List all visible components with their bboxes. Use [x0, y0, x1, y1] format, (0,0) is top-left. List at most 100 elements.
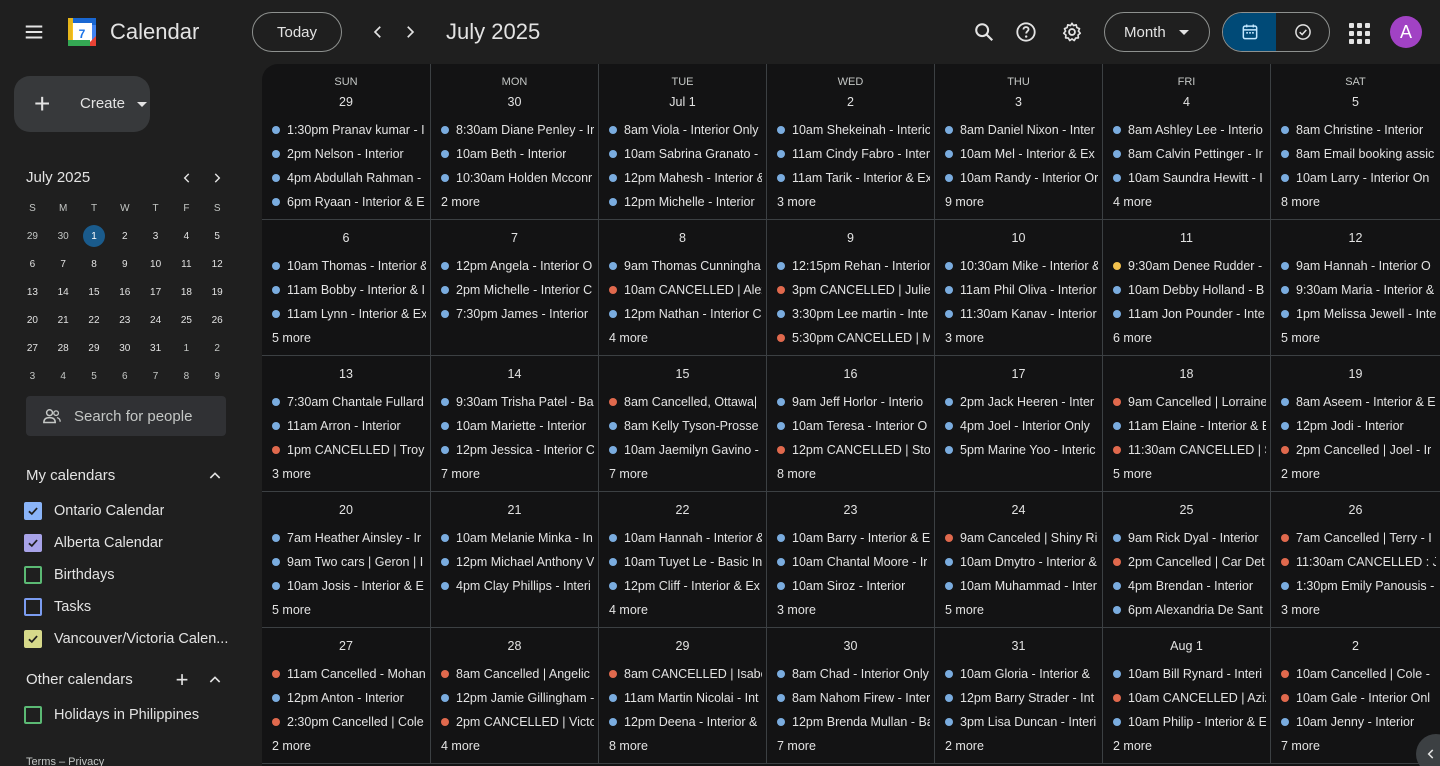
- day-cell[interactable]: THU 3 8am Daniel Nixon - Inter 10am Mel - I…: [935, 64, 1103, 220]
- event-chip[interactable]: 9am Rick Dyal - Interior: [1111, 526, 1266, 550]
- event-chip[interactable]: 8am Cancelled, Ottawa|: [607, 390, 762, 414]
- day-number[interactable]: 2: [1271, 636, 1440, 656]
- event-chip[interactable]: 10am Larry - Interior On: [1279, 166, 1436, 190]
- event-chip[interactable]: 11am Martin Nicolai - Int: [607, 686, 762, 710]
- day-cell[interactable]: 17 2pm Jack Heeren - Inter 4pm Joel - Inte…: [935, 356, 1103, 492]
- search-icon[interactable]: [970, 18, 998, 46]
- tasks-view-button[interactable]: [1276, 13, 1329, 51]
- event-chip[interactable]: 10am Muhammad - Inter: [943, 574, 1098, 598]
- today-button[interactable]: Today: [252, 12, 342, 52]
- day-number[interactable]: 17: [935, 364, 1102, 384]
- event-chip[interactable]: 2pm Nelson - Interior: [270, 142, 426, 166]
- event-chip[interactable]: 12pm CANCELLED | Stor: [775, 438, 930, 462]
- day-number[interactable]: 9: [767, 228, 934, 248]
- my-calendars-header[interactable]: My calendars: [26, 467, 115, 484]
- mini-day[interactable]: 4: [48, 362, 79, 390]
- event-chip[interactable]: 10am Randy - Interior Or: [943, 166, 1098, 190]
- event-chip[interactable]: 1:30pm Pranav kumar - I: [270, 118, 426, 142]
- day-number[interactable]: 12: [1271, 228, 1440, 248]
- event-chip[interactable]: 10am Mel - Interior & Ex: [943, 142, 1098, 166]
- search-people-input[interactable]: Search for people: [26, 396, 226, 436]
- mini-day[interactable]: 19: [202, 278, 233, 306]
- day-cell[interactable]: MON 30 8:30am Diane Penley - Ir 10am Beth -…: [431, 64, 599, 220]
- more-events-link[interactable]: 5 more: [943, 598, 1098, 622]
- event-chip[interactable]: 2pm CANCELLED | Victo: [439, 710, 594, 734]
- event-chip[interactable]: 2pm Cancelled | Joel - Ir: [1279, 438, 1436, 462]
- mini-day[interactable]: 22: [79, 306, 110, 334]
- mini-day[interactable]: 30: [48, 222, 79, 250]
- mini-day[interactable]: 7: [48, 250, 79, 278]
- event-chip[interactable]: 10am Teresa - Interior O: [775, 414, 930, 438]
- mini-day[interactable]: 6: [109, 362, 140, 390]
- day-cell[interactable]: 26 7am Cancelled | Terry - I 11:30am CANCE…: [1271, 492, 1440, 628]
- event-chip[interactable]: 12pm Cliff - Interior & Ex: [607, 574, 762, 598]
- more-events-link[interactable]: 9 more: [943, 190, 1098, 214]
- event-chip[interactable]: 10am Gale - Interior Onl: [1279, 686, 1436, 710]
- account-avatar[interactable]: A: [1390, 16, 1422, 48]
- event-chip[interactable]: 12pm Brenda Mullan - Ba: [775, 710, 930, 734]
- event-chip[interactable]: 12pm Barry Strader - Int: [943, 686, 1098, 710]
- day-cell[interactable]: 14 9:30am Trisha Patel - Ba 10am Mariette …: [431, 356, 599, 492]
- event-chip[interactable]: 2:30pm Cancelled | Cole: [270, 710, 426, 734]
- help-icon[interactable]: [1012, 18, 1040, 46]
- day-number[interactable]: Jul 1: [599, 92, 766, 112]
- event-chip[interactable]: 11am Cancelled - Mohan: [270, 662, 426, 686]
- event-chip[interactable]: 11am Cindy Fabro - Inter: [775, 142, 930, 166]
- day-cell[interactable]: 21 10am Melanie Minka - In 12pm Michael An…: [431, 492, 599, 628]
- mini-day[interactable]: 23: [109, 306, 140, 334]
- mini-day[interactable]: 15: [79, 278, 110, 306]
- event-chip[interactable]: 10am Siroz - Interior: [775, 574, 930, 598]
- event-chip[interactable]: 9am Jeff Horlor - Interio: [775, 390, 930, 414]
- day-cell[interactable]: 15 8am Cancelled, Ottawa| 8am Kelly Tyson-…: [599, 356, 767, 492]
- mini-day[interactable]: 12: [202, 250, 233, 278]
- day-cell[interactable]: 20 7am Heather Ainsley - Ir 9am Two cars |…: [262, 492, 431, 628]
- settings-gear-icon[interactable]: [1058, 18, 1086, 46]
- mini-day[interactable]: 27: [17, 334, 48, 362]
- event-chip[interactable]: 1pm Melissa Jewell - Inte: [1279, 302, 1436, 326]
- day-number[interactable]: 6: [262, 228, 430, 248]
- event-chip[interactable]: 10am Gloria - Interior &: [943, 662, 1098, 686]
- more-events-link[interactable]: 7 more: [775, 734, 930, 758]
- day-number[interactable]: Aug 1: [1103, 636, 1270, 656]
- mini-day[interactable]: 9: [109, 250, 140, 278]
- mini-day[interactable]: 2: [202, 334, 233, 362]
- event-chip[interactable]: 8am Nahom Firew - Inter: [775, 686, 930, 710]
- event-chip[interactable]: 4pm Clay Phillips - Interi: [439, 574, 594, 598]
- event-chip[interactable]: 11am Tarik - Interior & Ex: [775, 166, 930, 190]
- mini-day[interactable]: 17: [140, 278, 171, 306]
- more-events-link[interactable]: 4 more: [1111, 190, 1266, 214]
- day-cell[interactable]: 6 10am Thomas - Interior & 11am Bobby - In…: [262, 220, 431, 356]
- mini-day[interactable]: 16: [109, 278, 140, 306]
- event-chip[interactable]: 9am Canceled | Shiny Ri: [943, 526, 1098, 550]
- day-number[interactable]: 27: [262, 636, 430, 656]
- day-number[interactable]: 29: [262, 92, 430, 112]
- event-chip[interactable]: 10am Saundra Hewitt - I: [1111, 166, 1266, 190]
- mini-day[interactable]: 3: [17, 362, 48, 390]
- day-number[interactable]: 30: [767, 636, 934, 656]
- mini-day[interactable]: 8: [171, 362, 202, 390]
- event-chip[interactable]: 7:30am Chantale Fullard: [270, 390, 426, 414]
- event-chip[interactable]: 9:30am Trisha Patel - Ba: [439, 390, 594, 414]
- day-number[interactable]: 31: [935, 636, 1102, 656]
- collapse-other-calendars-icon[interactable]: [205, 670, 225, 690]
- day-number[interactable]: 29: [599, 636, 766, 656]
- mini-day[interactable]: 9: [202, 362, 233, 390]
- day-cell[interactable]: TUE Jul 1 8am Viola - Interior Only 10am Sa…: [599, 64, 767, 220]
- day-number[interactable]: 20: [262, 500, 430, 520]
- calendar-item[interactable]: Vancouver/Victoria Calen...: [24, 628, 234, 650]
- day-number[interactable]: 14: [431, 364, 598, 384]
- event-chip[interactable]: 11:30am Kanav - Interior: [943, 302, 1098, 326]
- day-cell[interactable]: 23 10am Barry - Interior & E 10am Chantal …: [767, 492, 935, 628]
- mini-day[interactable]: 21: [48, 306, 79, 334]
- day-cell[interactable]: 12 9am Hannah - Interior O 9:30am Maria - …: [1271, 220, 1440, 356]
- more-events-link[interactable]: 2 more: [943, 734, 1098, 758]
- more-events-link[interactable]: 8 more: [775, 462, 930, 486]
- event-chip[interactable]: 9am Two cars | Geron | I: [270, 550, 426, 574]
- mini-day[interactable]: 29: [79, 334, 110, 362]
- checkbox-checked-icon[interactable]: [24, 502, 42, 520]
- day-cell[interactable]: FRI 4 8am Ashley Lee - Interio 8am Calvin P…: [1103, 64, 1271, 220]
- event-chip[interactable]: 10am Beth - Interior: [439, 142, 594, 166]
- more-events-link[interactable]: 4 more: [607, 326, 762, 350]
- event-chip[interactable]: 6pm Ryaan - Interior & E: [270, 190, 426, 214]
- event-chip[interactable]: 8am Ashley Lee - Interio: [1111, 118, 1266, 142]
